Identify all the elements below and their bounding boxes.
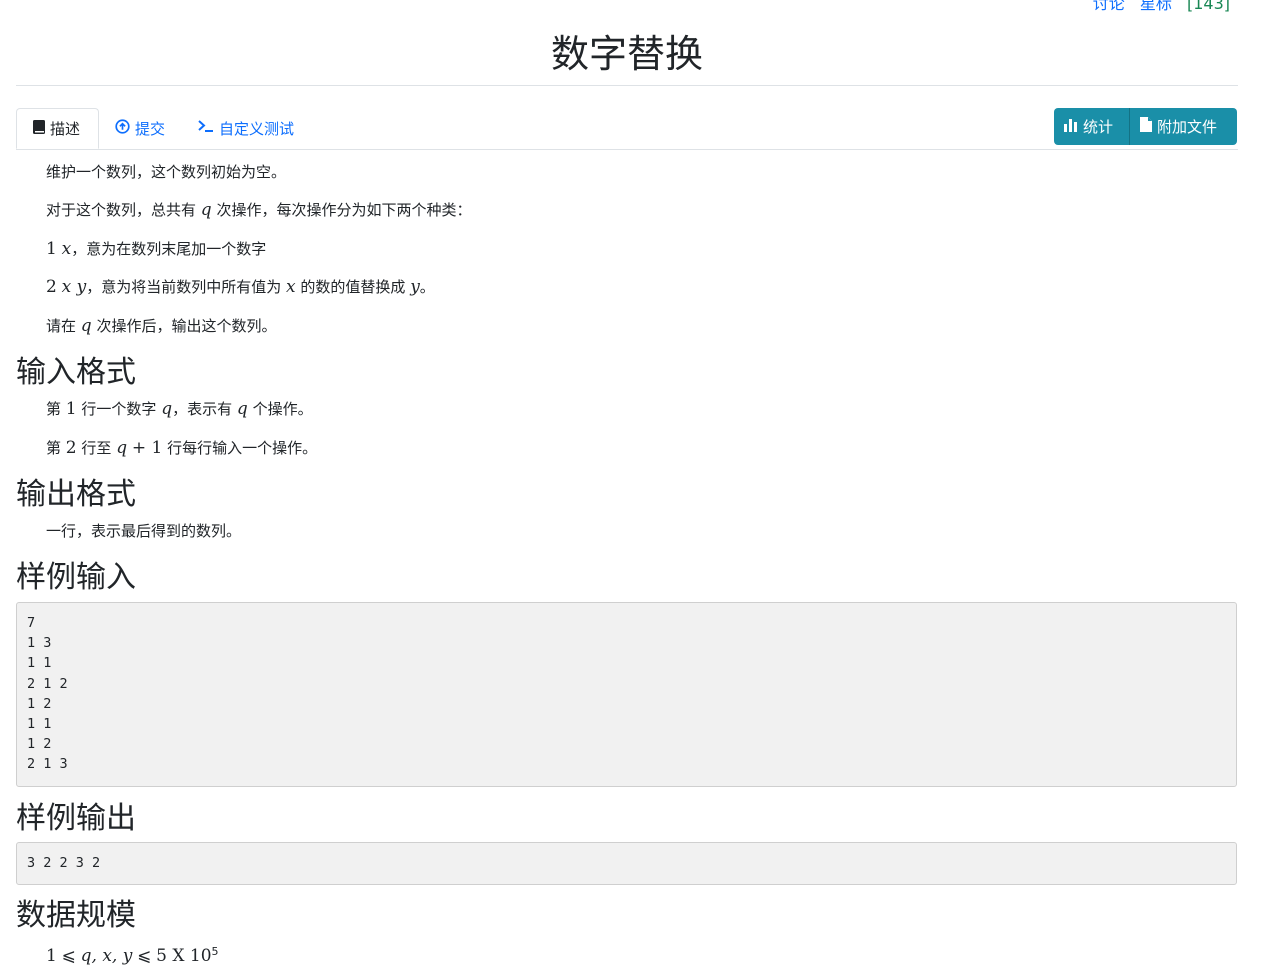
input-format-line-1: 第 1 行一个数字 q，表示有 q 个操作。 (46, 397, 313, 421)
math-num: 1 (65, 399, 77, 419)
desc-text: 次操作，每次操作分为如下两个种类： (216, 201, 472, 219)
math-var: q (80, 316, 92, 336)
attachments-button-label: 附加文件 (1157, 118, 1218, 136)
tab-submit-label: 提交 (135, 119, 166, 138)
math-exponent: 5 (211, 945, 219, 958)
desc-paragraph-2: 对于这个数列，总共有 q 次操作，每次操作分为如下两个种类： (46, 198, 471, 222)
input-format-line-2: 第 2 行至 q + 1 行每行输入一个操作。 (46, 436, 317, 460)
input-format-heading: 输入格式 (16, 355, 136, 390)
upload-circle-icon (115, 118, 130, 138)
desc-text: ，意为将当前数列中所有值为 (86, 278, 282, 296)
desc-text: 个操作。 (252, 400, 313, 418)
constraints-formula: 1 ⩽ q, x, y ⩽ 5 X 105 (46, 940, 219, 968)
book-icon (33, 119, 45, 138)
math-var: q, x, y (80, 946, 133, 966)
desc-paragraph-3: 1 x，意为在数列末尾加一个数字 (46, 237, 266, 261)
desc-text: 维护一个数列，这个数列初始为空。 (46, 163, 287, 181)
sample-output-heading: 样例输出 (16, 801, 136, 836)
terminal-icon (198, 119, 214, 137)
discuss-link[interactable]: 讨论 (1093, 0, 1125, 13)
stats-button-label: 统计 (1083, 118, 1114, 136)
math-num: 5 X 10 (156, 946, 212, 966)
output-format-text: 一行，表示最后得到的数列。 (46, 522, 242, 540)
math-symbol: ⩽ (137, 946, 152, 966)
math-var: q (200, 200, 212, 220)
desc-text: 对于这个数列，总共有 (46, 201, 197, 219)
action-buttons: 统计 附加文件 (1054, 108, 1237, 145)
title-divider (16, 85, 1238, 86)
desc-text: 第 (46, 439, 62, 457)
math-var: q (161, 399, 173, 419)
math-num: 1 (46, 946, 57, 966)
sample-output-block[interactable]: 3 2 2 3 2 (16, 842, 1237, 885)
math-num: + 1 (131, 438, 163, 458)
desc-text: ，意为在数列末尾加一个数字 (71, 240, 267, 258)
math-num: 2 (65, 438, 77, 458)
math-var: q (236, 399, 248, 419)
desc-text: ，表示有 (172, 400, 233, 418)
desc-paragraph-1: 维护一个数列，这个数列初始为空。 (46, 160, 286, 184)
desc-text: 行每行输入一个操作。 (167, 439, 318, 457)
sample-input-heading: 样例输入 (16, 560, 136, 595)
desc-text: 次操作后，输出这个数列。 (96, 317, 277, 335)
math-var: x (286, 277, 296, 297)
constraints-heading: 数据规模 (16, 898, 136, 933)
top-links: 讨论 星标 [143] (1083, 0, 1230, 14)
desc-text: 请在 (46, 317, 77, 335)
star-link[interactable]: 星标 (1140, 0, 1172, 13)
desc-paragraph-5: 请在 q 次操作后，输出这个数列。 (46, 314, 276, 338)
attachments-button[interactable]: 附加文件 (1130, 108, 1237, 145)
desc-text: 行一个数字 (81, 400, 157, 418)
math-var: y (410, 277, 420, 297)
desc-paragraph-4: 2 x y，意为将当前数列中所有值为 x 的数的值替换成 y。 (46, 275, 435, 299)
desc-text: 的数的值替换成 (300, 278, 406, 296)
tab-description[interactable]: 描述 (16, 108, 99, 149)
tab-description-label: 描述 (50, 120, 81, 138)
math-symbol: ⩽ (61, 946, 76, 966)
math-var: x y (61, 277, 87, 297)
desc-text: 第 (46, 400, 62, 418)
tab-submit[interactable]: 提交 (99, 108, 181, 148)
file-icon (1140, 117, 1152, 136)
tab-custom-test-label: 自定义测试 (219, 119, 295, 138)
math-var: q (116, 438, 128, 458)
bar-chart-icon (1064, 118, 1078, 136)
tab-custom-test[interactable]: 自定义测试 (182, 108, 310, 148)
desc-text: 行至 (81, 439, 112, 457)
page-title: 数字替换 (550, 32, 703, 76)
sample-input-block[interactable]: 7 1 3 1 1 2 1 2 1 2 1 1 1 2 2 1 3 (16, 602, 1237, 787)
stats-button[interactable]: 统计 (1054, 108, 1130, 145)
desc-text: 。 (419, 278, 435, 296)
output-format-heading: 输出格式 (16, 477, 136, 512)
math-var: x (61, 239, 72, 259)
math-num: 1 (46, 239, 57, 259)
star-count: [143] (1186, 0, 1230, 13)
math-num: 2 (46, 277, 57, 297)
